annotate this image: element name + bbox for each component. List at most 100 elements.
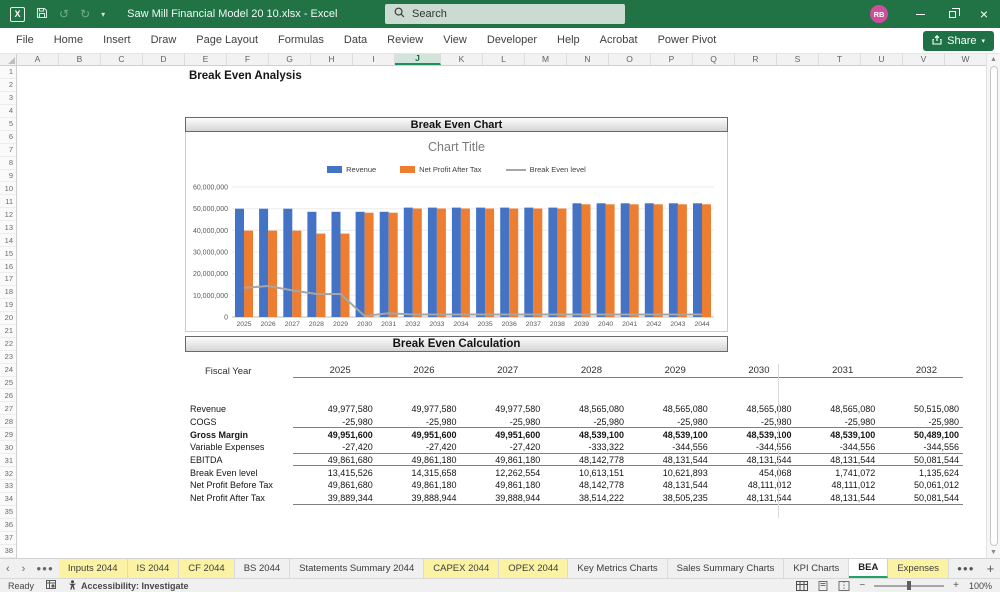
sheet-tab-inputs-2044[interactable]: Inputs 2044 — [58, 559, 128, 578]
cell[interactable]: -344,556 — [796, 442, 880, 452]
row-header-28[interactable]: 28 — [0, 415, 16, 429]
column-header-k[interactable]: K — [441, 54, 483, 65]
cell[interactable]: -344,556 — [628, 442, 712, 452]
row-header-8[interactable]: 8 — [0, 157, 16, 170]
row-header-25[interactable]: 25 — [0, 377, 16, 390]
row-header-7[interactable]: 7 — [0, 144, 16, 157]
cell[interactable]: -25,980 — [544, 417, 628, 427]
calculation-banner[interactable]: Break Even Calculation — [185, 336, 728, 352]
ribbon-tab-file[interactable]: File — [6, 28, 44, 53]
zoom-slider[interactable] — [874, 581, 945, 590]
row-header-35[interactable]: 35 — [0, 506, 16, 519]
year-cell-2026[interactable]: 2026 — [377, 365, 461, 376]
column-header-v[interactable]: V — [903, 54, 945, 65]
cell[interactable]: 48,539,100 — [796, 430, 880, 440]
row-label-revenue[interactable]: Revenue — [185, 404, 293, 414]
cell[interactable]: 49,861,680 — [293, 480, 377, 490]
row-label-net-profit-after-tax[interactable]: Net Profit After Tax — [185, 493, 293, 503]
column-header-j[interactable]: J — [395, 54, 441, 65]
year-cell-2027[interactable]: 2027 — [461, 365, 545, 376]
column-header-m[interactable]: M — [525, 54, 567, 65]
cell[interactable]: 50,081,544 — [879, 493, 963, 503]
cell[interactable]: 454,068 — [712, 468, 796, 478]
ribbon-tab-data[interactable]: Data — [334, 28, 377, 53]
sheet-tab-kpi-charts[interactable]: KPI Charts — [784, 559, 850, 578]
cell[interactable]: -25,980 — [461, 417, 545, 427]
row-header-3[interactable]: 3 — [0, 92, 16, 105]
cell[interactable]: 10,621,893 — [628, 468, 712, 478]
row-header-26[interactable]: 26 — [0, 389, 16, 403]
sheet-tab-capex-2044[interactable]: CAPEX 2044 — [424, 559, 500, 578]
vertical-scroll-thumb[interactable] — [989, 66, 998, 546]
row-header-1[interactable]: 1 — [0, 66, 16, 79]
row-label-ebitda[interactable]: EBITDA — [185, 455, 293, 465]
accessibility-status[interactable]: Accessibility: Investigate — [68, 579, 189, 592]
cell[interactable]: 48,131,544 — [628, 480, 712, 490]
ribbon-tab-home[interactable]: Home — [44, 28, 93, 53]
sheet-tab-key-metrics-charts[interactable]: Key Metrics Charts — [568, 559, 668, 578]
row-header-33[interactable]: 33 — [0, 480, 16, 493]
zoom-out-button[interactable]: − — [859, 580, 865, 591]
row-header-24[interactable]: 24 — [0, 364, 16, 377]
column-header-b[interactable]: B — [59, 54, 101, 65]
cell[interactable]: 1,135,624 — [879, 468, 963, 478]
row-header-20[interactable]: 20 — [0, 312, 16, 325]
ribbon-tab-formulas[interactable]: Formulas — [268, 28, 334, 53]
column-header-w[interactable]: W — [945, 54, 987, 65]
sheet-tab-opex-2044[interactable]: OPEX 2044 — [499, 559, 569, 578]
normal-view-icon[interactable] — [796, 580, 809, 591]
chart-banner[interactable]: Break Even Chart — [185, 117, 728, 132]
column-header-n[interactable]: N — [567, 54, 609, 65]
sheet-canvas[interactable]: 1 2 3 4 5 6 7 8 9 10 11 12 13 14 15 16 17 18 19 20 21 22 23 24 2… — [0, 66, 1000, 558]
cell[interactable]: -344,556 — [712, 442, 796, 452]
cell[interactable]: -25,980 — [377, 417, 461, 427]
cell[interactable]: 48,539,100 — [544, 430, 628, 440]
cell[interactable]: 38,505,235 — [628, 493, 712, 503]
excel-logo-icon[interactable]: X — [10, 6, 25, 22]
ribbon-tab-view[interactable]: View — [433, 28, 477, 53]
cell[interactable]: 49,977,580 — [293, 404, 377, 414]
cell[interactable]: 48,131,544 — [796, 493, 880, 503]
undo-icon[interactable]: ↺ — [59, 8, 69, 20]
cell[interactable]: 49,861,680 — [293, 455, 377, 465]
minimize-button[interactable] — [904, 0, 936, 28]
cell[interactable]: 48,142,778 — [544, 480, 628, 490]
row-header-21[interactable]: 21 — [0, 325, 16, 338]
row-header-5[interactable]: 5 — [0, 118, 16, 131]
row-header-9[interactable]: 9 — [0, 170, 16, 183]
account-avatar[interactable]: RB — [870, 5, 888, 23]
tab-list-right-icon[interactable]: ●●● — [951, 564, 981, 573]
row-header-36[interactable]: 36 — [0, 519, 16, 532]
fiscal-year-label[interactable]: Fiscal Year — [185, 366, 293, 377]
cell[interactable]: 49,861,180 — [461, 455, 545, 465]
column-header-r[interactable]: R — [735, 54, 777, 65]
row-header-2[interactable]: 2 — [0, 79, 16, 92]
column-header-c[interactable]: C — [101, 54, 143, 65]
share-button[interactable]: Share ▾ — [923, 31, 994, 51]
cell[interactable]: 48,131,544 — [712, 493, 796, 503]
cell[interactable]: -25,980 — [796, 417, 880, 427]
column-header-f[interactable]: F — [227, 54, 269, 65]
row-header-6[interactable]: 6 — [0, 131, 16, 144]
break-even-chart[interactable]: Chart Title Revenue Net Profit After Tax B… — [185, 132, 728, 332]
column-header-s[interactable]: S — [777, 54, 819, 65]
year-cell-2032[interactable]: 2032 — [879, 365, 963, 376]
page-break-view-icon[interactable] — [838, 580, 850, 591]
select-all-corner[interactable] — [0, 54, 17, 65]
tab-scroll-left-icon[interactable]: ‹ — [0, 563, 16, 575]
close-button[interactable]: × — [968, 0, 1000, 28]
cell[interactable]: 39,888,944 — [461, 493, 545, 503]
cell[interactable]: 48,539,100 — [628, 430, 712, 440]
zoom-slider-thumb[interactable] — [907, 581, 912, 590]
cell[interactable]: 14,315,658 — [377, 468, 461, 478]
year-cell-2025[interactable]: 2025 — [293, 365, 377, 376]
cell[interactable]: 39,889,344 — [293, 493, 377, 503]
cell[interactable]: 1,741,072 — [796, 468, 880, 478]
year-cell-2031[interactable]: 2031 — [796, 365, 880, 376]
row-header-29[interactable]: 29 — [0, 428, 16, 442]
scroll-up-icon[interactable]: ▲ — [990, 56, 997, 63]
row-label-variable-expenses[interactable]: Variable Expenses — [185, 442, 293, 452]
column-header-a[interactable]: A — [17, 54, 59, 65]
cell[interactable]: 39,888,944 — [377, 493, 461, 503]
row-header-17[interactable]: 17 — [0, 273, 16, 286]
